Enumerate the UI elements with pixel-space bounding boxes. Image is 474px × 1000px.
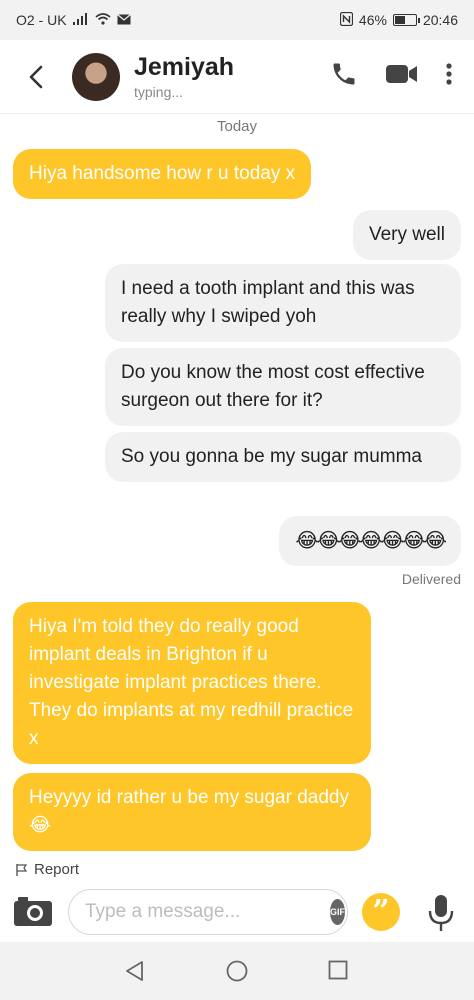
report-label: Report — [34, 861, 80, 878]
video-camera-icon — [386, 65, 417, 83]
nav-home-button[interactable] — [226, 960, 248, 987]
voice-call-button[interactable] — [330, 60, 358, 93]
voice-message-button[interactable] — [426, 894, 456, 932]
nfc-icon — [339, 11, 354, 29]
carrier-label: O2 - UK — [16, 12, 67, 28]
date-separator: Today — [216, 118, 258, 135]
video-call-button[interactable] — [386, 63, 418, 90]
message-incoming[interactable]: Hiya handsome how r u today x — [13, 149, 312, 199]
status-bar: O2 - UK 46% 20:46 — [0, 0, 474, 40]
contact-name[interactable]: Jemiyah — [134, 53, 330, 82]
nav-back-button[interactable] — [124, 960, 146, 987]
message-outgoing[interactable]: Do you know the most cost effective surg… — [105, 348, 461, 426]
message-input-container: GIF — [68, 889, 348, 935]
camera-icon — [14, 897, 52, 926]
chat-header: Jemiyah typing... — [0, 40, 474, 114]
message-outgoing[interactable]: 😂😂😂😂😂😂😂 — [279, 516, 461, 566]
square-recents-icon — [328, 960, 348, 980]
message-incoming[interactable]: Heyyyy id rather u be my sugar daddy 😂 — [13, 773, 371, 851]
mail-icon — [116, 12, 131, 28]
system-navigation-bar — [0, 942, 474, 1000]
gif-button[interactable]: GIF — [330, 899, 345, 925]
microphone-icon — [428, 895, 454, 931]
more-options-button[interactable] — [446, 62, 452, 91]
flag-icon — [16, 863, 28, 876]
battery-icon — [392, 14, 420, 26]
nav-recents-button[interactable] — [328, 960, 348, 985]
phone-icon — [333, 63, 355, 85]
message-outgoing[interactable]: So you gonna be my sugar mumma — [105, 432, 461, 482]
circle-home-icon — [226, 960, 248, 982]
battery-percent: 46% — [358, 12, 387, 28]
chevron-left-icon — [29, 65, 43, 88]
back-button[interactable] — [0, 40, 72, 114]
wifi-icon — [95, 12, 111, 28]
message-outgoing[interactable]: I need a tooth implant and this was real… — [105, 264, 461, 342]
message-outgoing[interactable]: Very well — [352, 210, 461, 260]
delivered-status: Delivered — [401, 571, 461, 587]
clock: 20:46 — [422, 12, 458, 28]
triangle-back-icon — [126, 961, 143, 981]
more-vertical-icon — [446, 63, 452, 85]
avatar[interactable] — [72, 52, 120, 101]
message-input[interactable] — [85, 901, 330, 923]
signal-icon — [72, 12, 89, 28]
camera-button[interactable] — [14, 896, 52, 926]
report-link[interactable]: Report — [15, 861, 79, 878]
opening-moves-button[interactable]: ” — [362, 893, 400, 931]
typing-indicator: typing... — [134, 84, 184, 100]
message-composer: GIF ” — [0, 884, 474, 942]
message-incoming[interactable]: Hiya I'm told they do really good implan… — [13, 602, 371, 764]
